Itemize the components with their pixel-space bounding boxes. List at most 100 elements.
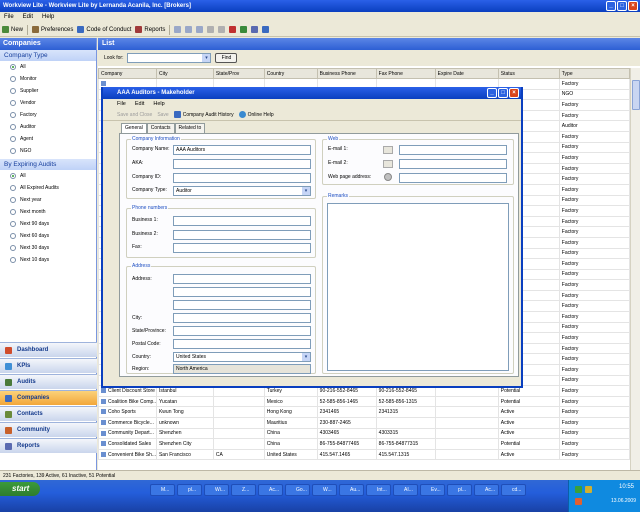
column-header[interactable]: Company xyxy=(98,68,157,79)
globe-icon[interactable] xyxy=(384,173,392,181)
cut-icon[interactable] xyxy=(174,26,182,33)
save-button[interactable]: Save xyxy=(157,112,168,118)
print-icon[interactable] xyxy=(251,26,259,33)
radio-button[interactable] xyxy=(10,173,16,179)
radio-button[interactable] xyxy=(10,64,16,70)
taskbar-task-button[interactable]: cd... xyxy=(501,484,526,496)
close-button[interactable]: × xyxy=(628,1,638,11)
radio-button[interactable] xyxy=(10,88,16,94)
column-header[interactable]: Type xyxy=(558,68,631,79)
nav-companies[interactable]: Companies xyxy=(0,390,97,405)
email1-field[interactable] xyxy=(399,145,507,155)
radio-button[interactable] xyxy=(10,245,16,251)
dialog-menu-edit[interactable]: Edit xyxy=(135,99,144,109)
security-icon[interactable] xyxy=(575,498,582,505)
expiring-option[interactable]: All xyxy=(0,170,96,182)
reports-button[interactable]: Reports xyxy=(135,26,165,33)
paste-icon[interactable] xyxy=(196,26,204,33)
preferences-button[interactable]: Preferences xyxy=(32,26,73,33)
radio-button[interactable] xyxy=(10,112,16,118)
taskbar-task-button[interactable]: Z... xyxy=(231,484,256,496)
radio-button[interactable] xyxy=(10,209,16,215)
start-button[interactable]: start xyxy=(0,482,40,496)
column-header[interactable]: Status xyxy=(497,68,560,79)
postal-field[interactable] xyxy=(173,339,311,349)
remarks-field[interactable] xyxy=(327,203,509,371)
radio-button[interactable] xyxy=(10,197,16,203)
table-row[interactable]: Commerce Bicycle... unknown Mauritius 230-8… xyxy=(98,417,631,429)
redo-icon[interactable] xyxy=(218,26,226,33)
nav-audits[interactable]: Audits xyxy=(0,374,97,389)
dialog-close-button[interactable]: × xyxy=(509,88,519,98)
address-line3-field[interactable] xyxy=(173,300,311,310)
aka-field[interactable] xyxy=(173,159,311,169)
company_type-option[interactable]: All xyxy=(0,61,96,73)
column-header[interactable]: City xyxy=(155,68,214,79)
table-row[interactable]: Convenient Bike Sh... San Francisco CA Unit… xyxy=(98,448,631,461)
expiring-option[interactable]: Next year xyxy=(0,194,96,206)
new-button[interactable]: New xyxy=(2,26,23,33)
taskbar-task-button[interactable]: Ac... xyxy=(474,484,499,496)
column-header[interactable]: Country xyxy=(263,68,318,79)
radio-button[interactable] xyxy=(10,124,16,130)
volume-icon[interactable] xyxy=(585,486,592,493)
minimize-button[interactable]: _ xyxy=(606,1,616,11)
address-line1-field[interactable] xyxy=(173,274,311,284)
vertical-scrollbar[interactable] xyxy=(630,68,640,470)
nav-dashboard[interactable]: Dashboard xyxy=(0,342,97,357)
tab-related-to[interactable]: Related to xyxy=(174,123,206,133)
radio-button[interactable] xyxy=(10,233,16,239)
nav-community[interactable]: Community xyxy=(0,422,97,437)
online-help-button[interactable]: Online Help xyxy=(238,111,274,118)
taskbar-task-button[interactable]: pl... xyxy=(447,484,472,496)
address-line2-field[interactable] xyxy=(173,287,311,297)
code-of-conduct-button[interactable]: Code of Conduct xyxy=(77,26,131,33)
taskbar-task-button[interactable]: pl... xyxy=(177,484,202,496)
fax-field[interactable] xyxy=(173,243,311,253)
company-type-select[interactable]: Auditor ▾ xyxy=(173,186,311,196)
taskbar-task-button[interactable]: Au... xyxy=(339,484,364,496)
tab-general[interactable]: General xyxy=(121,123,147,133)
menu-edit[interactable]: Edit xyxy=(23,12,33,23)
email2-icon[interactable] xyxy=(383,160,393,168)
tab-contacts[interactable]: Contacts xyxy=(146,123,175,133)
company_type-option[interactable]: Factory xyxy=(0,109,96,121)
column-header[interactable]: State/Prov xyxy=(212,68,265,79)
email1-icon[interactable] xyxy=(383,146,393,154)
nav-kpis[interactable]: KPIs xyxy=(0,358,97,373)
taskbar-task-button[interactable]: Int... xyxy=(366,484,391,496)
expiring-option[interactable]: Next 10 days xyxy=(0,254,96,266)
menu-file[interactable]: File xyxy=(4,12,14,23)
state-field[interactable] xyxy=(173,326,311,336)
help-icon[interactable] xyxy=(262,26,270,33)
nav-contacts[interactable]: Contacts xyxy=(0,406,97,421)
excel-icon[interactable] xyxy=(240,26,248,33)
delete-icon[interactable] xyxy=(229,26,237,33)
taskbar-task-button[interactable]: Ev... xyxy=(420,484,445,496)
chevron-down-icon[interactable]: ▾ xyxy=(202,54,211,62)
undo-icon[interactable] xyxy=(207,26,215,33)
radio-button[interactable] xyxy=(10,136,16,142)
dialog-menu-file[interactable]: File xyxy=(117,99,126,109)
taskbar-task-button[interactable]: Wi... xyxy=(204,484,229,496)
company-name-field[interactable]: AAA Auditors xyxy=(173,145,311,155)
dialog-minimize-button[interactable]: _ xyxy=(487,88,497,98)
radio-button[interactable] xyxy=(10,100,16,106)
search-input[interactable]: ▾ xyxy=(127,53,212,63)
country-select[interactable]: United States ▾ xyxy=(173,352,311,362)
audit-history-button[interactable]: Company Audit History xyxy=(173,111,234,118)
column-header[interactable]: Fax Phone xyxy=(375,68,436,79)
save-close-button[interactable]: Save and Close xyxy=(117,112,152,118)
radio-button[interactable] xyxy=(10,257,16,263)
expiring-option[interactable]: Next 90 days xyxy=(0,218,96,230)
table-row[interactable]: Consolidated Sales Shenzhen City China 86-7… xyxy=(98,438,631,450)
taskbar-task-button[interactable]: M... xyxy=(150,484,175,496)
radio-button[interactable] xyxy=(10,76,16,82)
scrollbar-thumb[interactable] xyxy=(632,80,640,110)
company_type-option[interactable]: NGO xyxy=(0,145,96,157)
city-field[interactable] xyxy=(173,313,311,323)
radio-button[interactable] xyxy=(10,221,16,227)
business2-field[interactable] xyxy=(173,230,311,240)
company_type-option[interactable]: Auditor xyxy=(0,121,96,133)
company_type-option[interactable]: Supplier xyxy=(0,85,96,97)
